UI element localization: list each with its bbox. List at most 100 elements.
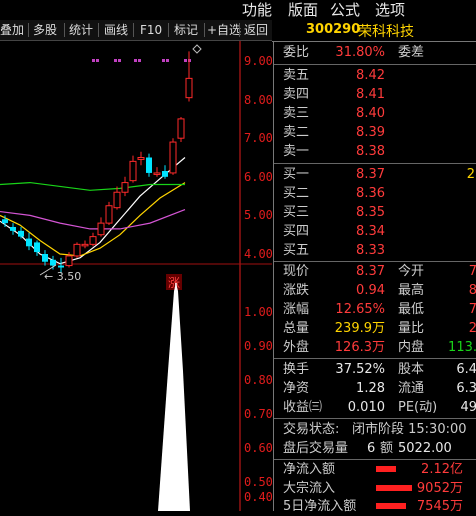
signal-dot — [92, 59, 95, 62]
sell-row-4[interactable]: 卖四 8.41 — [274, 85, 476, 104]
candle-body — [10, 226, 16, 231]
menu-formula[interactable]: 公式 — [330, 0, 360, 20]
quote-row-change: 涨跌 0.94 最高 8 — [274, 281, 476, 300]
inner-label: 内盘 — [398, 340, 425, 355]
divider — [64, 23, 65, 37]
stock-header: 300290 荣科科技 — [272, 20, 476, 42]
sell-label: 卖一 — [283, 144, 310, 159]
change-value: 0.94 — [356, 283, 385, 298]
pe-value: 49 — [460, 400, 476, 415]
buy-price: 8.35 — [356, 205, 385, 220]
eps-label: 收益㈢ — [283, 400, 323, 415]
overlay-button[interactable]: 叠加 — [0, 21, 24, 39]
candle-body — [65, 255, 73, 267]
candle-body — [81, 243, 89, 247]
candle-body — [121, 182, 129, 193]
sell-row-5[interactable]: 卖五 8.42 — [274, 66, 476, 85]
draw-line-button[interactable]: 画线 — [104, 21, 128, 39]
flow-row-net: 净流入额 2.12亿 — [274, 460, 476, 479]
divider — [28, 23, 29, 37]
sell-price: 8.38 — [356, 144, 385, 159]
sell-row-1[interactable]: 卖一 8.38 — [274, 142, 476, 161]
low-label: 最低 — [398, 302, 425, 317]
statistics-button[interactable]: 统计 — [69, 21, 93, 39]
net-inflow-bar — [376, 466, 396, 472]
stock-code: 300290 — [306, 22, 361, 37]
buy-row-4[interactable]: 买四 8.34 — [274, 222, 476, 241]
volume-label: 总量 — [283, 321, 310, 336]
signal-markers — [92, 59, 191, 62]
menu-function[interactable]: 功能 — [242, 0, 272, 20]
menu-options[interactable]: 选项 — [375, 0, 405, 20]
change-label: 涨跌 — [283, 283, 310, 298]
volume-tick: 1.00 — [244, 305, 273, 319]
block-inflow-value: 9052万 — [416, 481, 463, 496]
signal-dot — [184, 59, 187, 62]
net-inflow-label: 净流入额 — [283, 462, 336, 477]
quote-row-price: 现价 8.37 今开 7 — [274, 262, 476, 281]
multi-stock-button[interactable]: 多股 — [33, 21, 57, 39]
inner-value: 113. — [448, 340, 476, 355]
kline-svg[interactable]: ← 3.50 涨 — [0, 41, 272, 511]
buy-label: 买三 — [283, 205, 310, 220]
price-label: 现价 — [283, 264, 310, 279]
candle-body — [153, 172, 161, 175]
share-capital-label: 股本 — [398, 362, 425, 377]
net-inflow-value: 2.12亿 — [421, 462, 463, 477]
volume-ratio-label: 量比 — [398, 321, 425, 336]
price-tick: 4.00 — [244, 247, 273, 261]
buy-row-5[interactable]: 买五 8.33 — [274, 241, 476, 260]
trade-status-value: 闭市阶段 15:30:00 — [352, 422, 467, 437]
quote-panel: 委比 31.80% 委差 卖五 8.42 卖四 8.41 卖三 8.40 卖二 … — [273, 41, 476, 514]
ma-line-3 — [0, 209, 186, 230]
stats-row-eps: 收益㈢ 0.010 PE(动) 49 — [274, 398, 476, 417]
signal-dot — [166, 59, 169, 62]
sell-row-3[interactable]: 卖三 8.40 — [274, 104, 476, 123]
low-value: 7 — [468, 302, 476, 317]
limit-up-text: 涨 — [168, 275, 180, 290]
candle-body — [146, 157, 152, 173]
mark-button[interactable]: 标记 — [174, 21, 198, 39]
candle-body — [73, 243, 81, 257]
buy-volume: 2 — [466, 167, 475, 182]
price-tick: 7.00 — [244, 131, 273, 145]
menu-layout[interactable]: 版面 — [288, 0, 318, 20]
price-tick: 8.00 — [244, 93, 273, 107]
price-tick: 9.00 — [244, 54, 273, 68]
add-watchlist-button[interactable]: +自选 — [207, 21, 241, 39]
signal-dot — [96, 59, 99, 62]
weibi-value: 31.80% — [335, 45, 385, 60]
quote-row-volume: 总量 239.9万 量比 2 — [274, 319, 476, 338]
block-inflow-label: 大宗流入 — [283, 481, 336, 496]
float-label: 流通 — [398, 381, 425, 396]
stats-row-netasset: 净资 1.28 流通 6.3 — [274, 379, 476, 398]
eps-value: 0.010 — [347, 400, 385, 415]
candle-body — [137, 157, 145, 160]
back-button[interactable]: 返回 — [244, 21, 268, 39]
volume-ratio-value: 2 — [468, 321, 476, 336]
f10-button[interactable]: F10 — [140, 21, 162, 39]
buy-label: 买一 — [283, 167, 310, 182]
chart-toolbar: 叠加 多股 统计 画线 F10 标记 +自选 返回 — [0, 20, 272, 41]
stats-row-turnover: 换手 37.52% 股本 6.4 — [274, 360, 476, 379]
kline-chart[interactable]: ← 3.50 涨 9.00 8.00 7.00 6.00 5.00 4.00 1… — [0, 41, 273, 511]
menu-bar: 功能 版面 公式 选项 — [0, 0, 476, 20]
low-price-label: ← 3.50 — [44, 270, 81, 283]
buy-row-2[interactable]: 买二 8.36 — [274, 184, 476, 203]
buy-price: 8.36 — [356, 186, 385, 201]
sell-label: 卖三 — [283, 106, 310, 121]
divider — [274, 358, 476, 359]
sell-label: 卖五 — [283, 68, 310, 83]
trade-status-label: 交易状态: — [283, 422, 340, 437]
volume-tick: 0.60 — [244, 441, 273, 455]
after-hours-row: 盘后交易量 6 额 5022.00 — [274, 439, 476, 458]
divider — [274, 163, 476, 164]
buy-row-3[interactable]: 买三 8.35 — [274, 203, 476, 222]
stock-name: 荣科科技 — [358, 24, 414, 40]
buy-row-1[interactable]: 买一 8.37 2 — [274, 165, 476, 184]
candle-body — [162, 171, 168, 177]
after-hours-amount: 5022.00 — [398, 441, 452, 456]
sell-row-2[interactable]: 卖二 8.39 — [274, 123, 476, 142]
buy-price: 8.34 — [356, 224, 385, 239]
quote-row-outer: 外盘 126.3万 内盘 113. — [274, 338, 476, 357]
